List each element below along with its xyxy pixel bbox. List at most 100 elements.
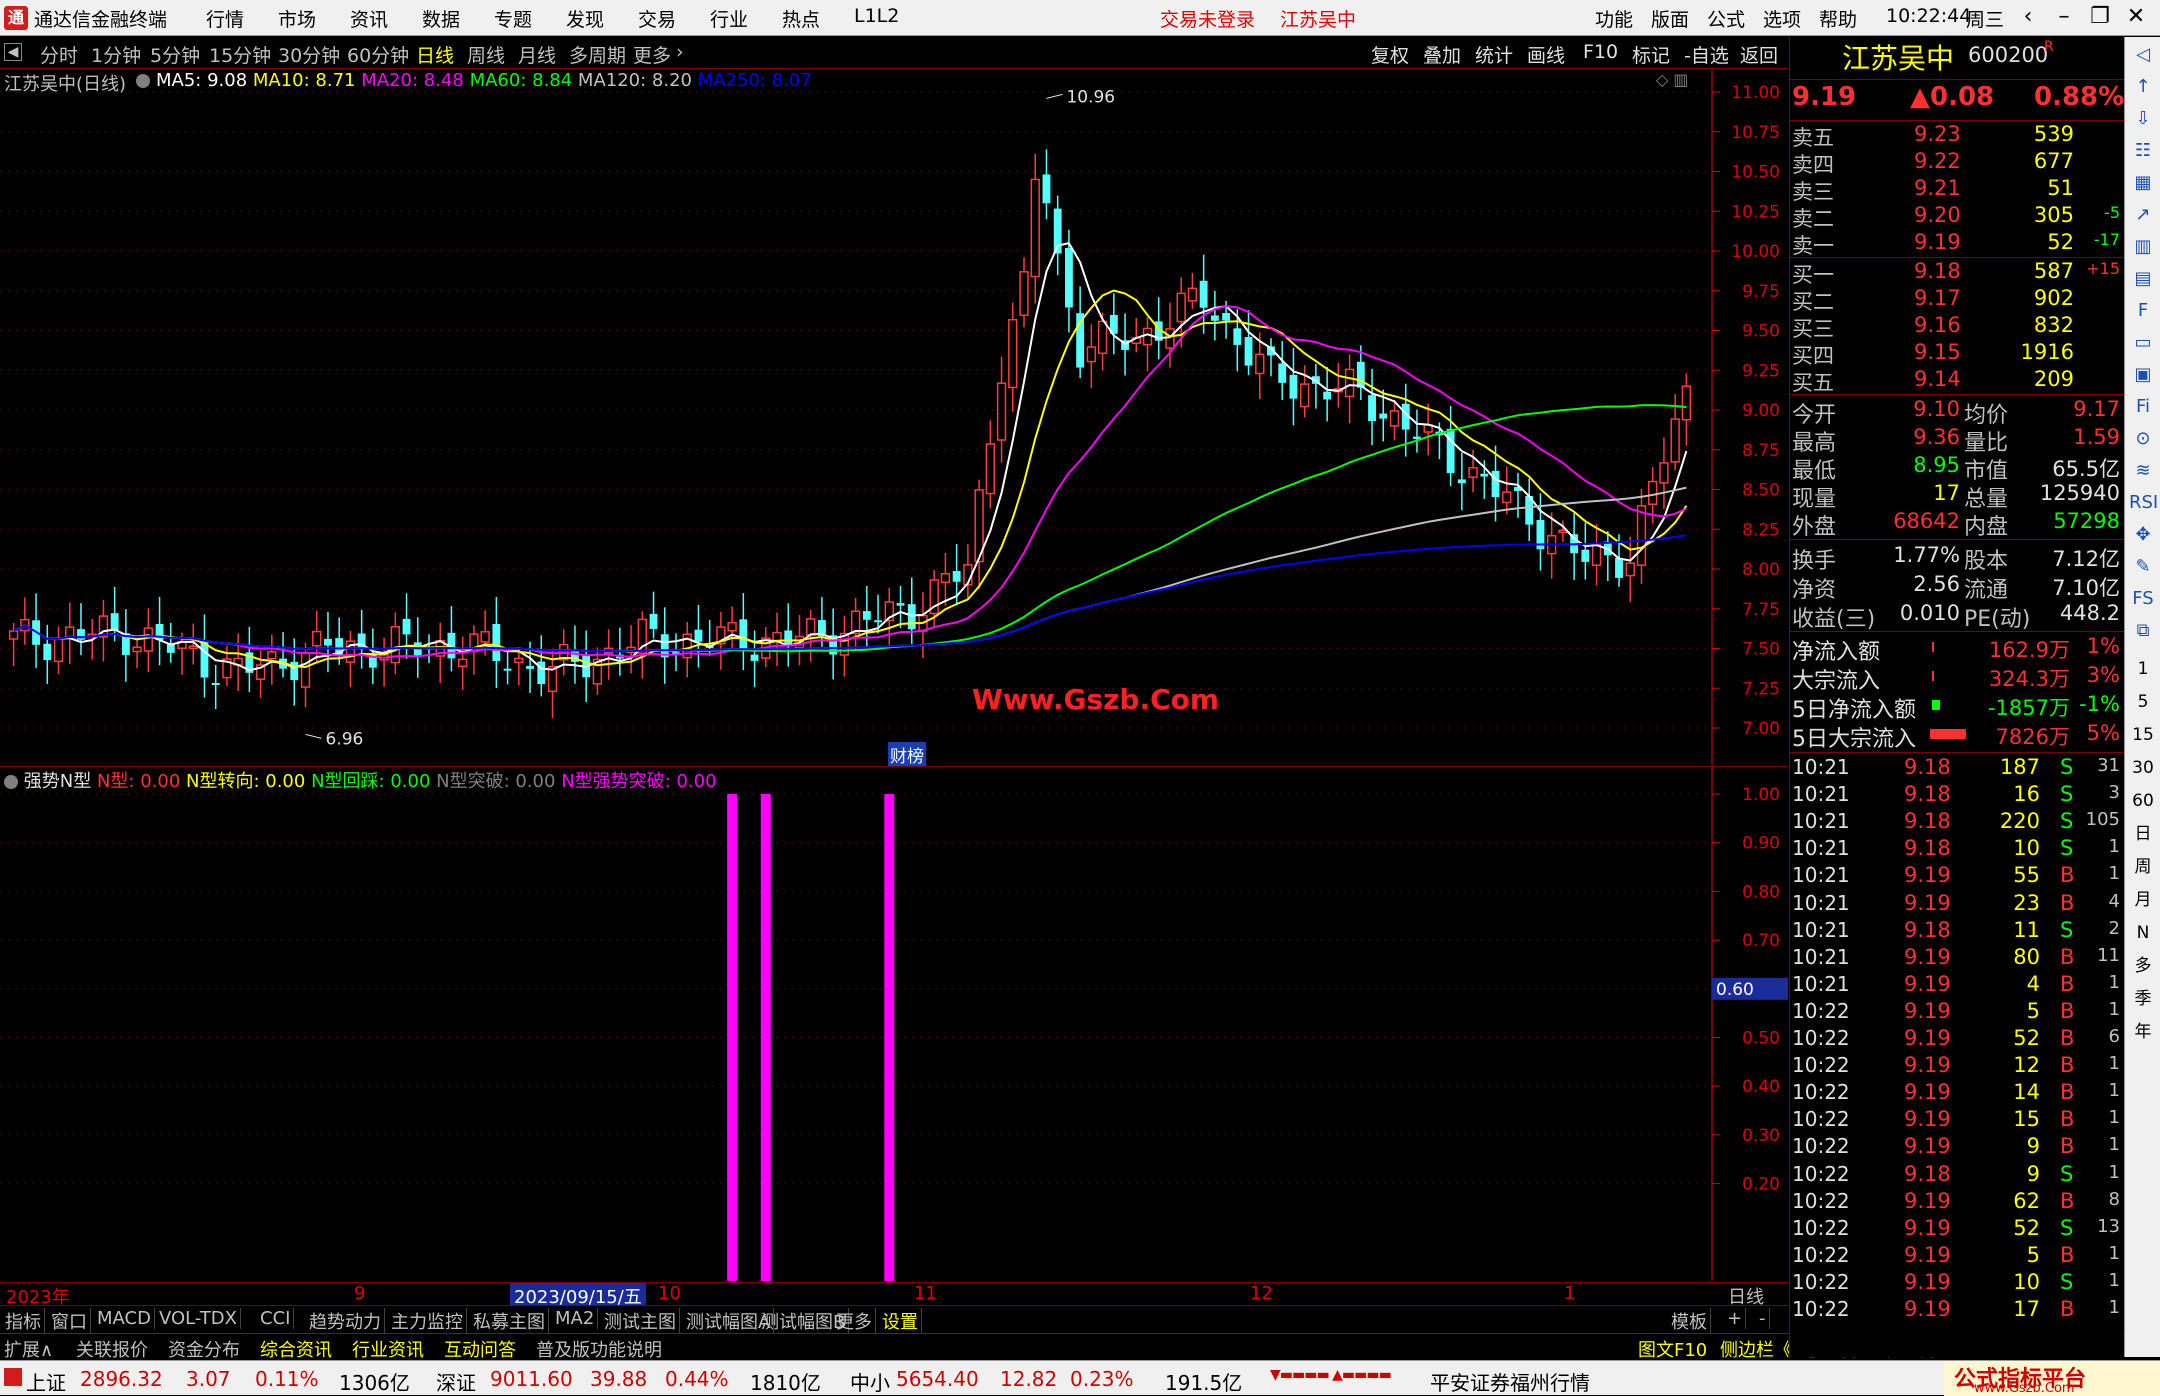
side-tool-icon[interactable]: 60: [2129, 787, 2157, 815]
login-status[interactable]: 交易未登录: [1160, 5, 1255, 32]
side-tool-icon[interactable]: ↑: [2129, 73, 2157, 101]
ext-right-tab[interactable]: 侧边栏《: [1720, 1336, 1792, 1362]
side-tool-icon[interactable]: 周: [2129, 853, 2157, 881]
flow-label[interactable]: 5日净流入额: [1792, 692, 1916, 724]
side-tool-icon[interactable]: Fi: [2129, 393, 2157, 421]
menu-item-help[interactable]: 帮助: [1819, 5, 1857, 32]
kline-chart[interactable]: 11.00 10.75 10.50 10.25 10.00 9.75 9.50 9.25 9.0…: [0, 70, 1788, 765]
period-15min[interactable]: 15分钟: [209, 41, 271, 68]
side-tool-icon[interactable]: 1: [2129, 655, 2157, 683]
menu-item-quotes[interactable]: 行情: [206, 5, 244, 32]
period-more[interactable]: 更多: [633, 41, 671, 68]
chart-settings-icon[interactable]: ◇ ▥: [1656, 70, 1689, 89]
side-tool-icon[interactable]: ▦: [2129, 169, 2157, 197]
tool-f10[interactable]: F10: [1583, 41, 1618, 63]
side-tool-icon[interactable]: 月: [2129, 886, 2157, 914]
side-tool-icon[interactable]: 年: [2129, 1018, 2157, 1046]
menu-item-function[interactable]: 功能: [1595, 5, 1633, 32]
flow-label[interactable]: 净流入额: [1792, 634, 1880, 666]
indicator-tab[interactable]: 指标: [2, 1308, 45, 1334]
period-fenshi[interactable]: 分时: [40, 41, 78, 68]
period-weekly[interactable]: 周线: [467, 41, 505, 68]
menu-item-trade[interactable]: 交易: [638, 5, 676, 32]
ext-tab[interactable]: 普及版功能说明: [536, 1336, 662, 1362]
sh-index-label[interactable]: 上证: [26, 1367, 66, 1396]
side-tool-icon[interactable]: 多: [2129, 952, 2157, 980]
collapse-icon[interactable]: ◀: [4, 43, 22, 61]
stock-name[interactable]: 江苏吴中: [1842, 37, 1954, 77]
side-tool-icon[interactable]: ◁: [2129, 41, 2157, 69]
menu-item-formula[interactable]: 公式: [1707, 5, 1745, 32]
add-window-button[interactable]: +: [1724, 1308, 1747, 1329]
tool-mark[interactable]: 标记: [1632, 41, 1670, 68]
side-tool-icon[interactable]: ≋: [2129, 457, 2157, 485]
side-tool-icon[interactable]: ▤: [2129, 265, 2157, 293]
menu-item-topic[interactable]: 专题: [494, 5, 532, 32]
tool-draw[interactable]: 画线: [1527, 41, 1565, 68]
flow-label[interactable]: 5日大宗流入: [1792, 721, 1916, 753]
ext-tab[interactable]: 综合资讯: [260, 1336, 332, 1362]
period-monthly[interactable]: 月线: [518, 41, 556, 68]
side-tool-icon[interactable]: 日: [2129, 820, 2157, 848]
template-button[interactable]: 模板: [1668, 1308, 1711, 1334]
flow-label[interactable]: 大宗流入: [1792, 663, 1880, 695]
indicator-tab[interactable]: MA2: [552, 1308, 599, 1329]
side-tool-icon[interactable]: 5: [2129, 688, 2157, 716]
indicator-chart[interactable]: 1.000.900.800.700.600.500.400.300.200.60: [0, 766, 1788, 1281]
sz-index-label[interactable]: 深证: [436, 1367, 476, 1396]
menu-item-discover[interactable]: 发现: [566, 5, 604, 32]
remove-window-button[interactable]: -: [1756, 1308, 1770, 1329]
side-tool-icon[interactable]: ▭: [2129, 329, 2157, 357]
indicator-tab[interactable]: 私募主图: [470, 1308, 549, 1334]
side-tool-icon[interactable]: ⊙: [2129, 425, 2157, 453]
menu-item-l1l2[interactable]: L1L2: [854, 5, 899, 27]
indicator-tab[interactable]: 窗口: [48, 1308, 91, 1334]
tool-back[interactable]: 返回: [1740, 41, 1778, 68]
tool-stats[interactable]: 统计: [1475, 41, 1513, 68]
period-daily[interactable]: 日线: [416, 41, 454, 68]
side-tool-icon[interactable]: 季: [2129, 985, 2157, 1013]
indicator-toggle-icon[interactable]: [4, 775, 18, 789]
indicator-tab[interactable]: VOL-TDX: [156, 1308, 241, 1329]
side-tool-icon[interactable]: ✥: [2129, 521, 2157, 549]
menu-item-market[interactable]: 市场: [278, 5, 316, 32]
menu-item-hot[interactable]: 热点: [782, 5, 820, 32]
ext-right-tab[interactable]: 图文F10: [1638, 1336, 1707, 1362]
side-tool-icon[interactable]: 15: [2129, 721, 2157, 749]
side-tool-icon[interactable]: ☷: [2129, 137, 2157, 165]
period-1min[interactable]: 1分钟: [91, 41, 141, 68]
tool-overlay[interactable]: 叠加: [1423, 41, 1461, 68]
side-tool-icon[interactable]: ↗: [2129, 201, 2157, 229]
period-60min[interactable]: 60分钟: [347, 41, 409, 68]
indicator-tab[interactable]: 趋势动力: [306, 1308, 385, 1334]
indicator-tab[interactable]: 更多: [833, 1308, 876, 1334]
side-tool-icon[interactable]: ⇩: [2129, 105, 2157, 133]
status-menu-icon[interactable]: [4, 1368, 22, 1386]
minimize-icon[interactable]: –: [2046, 2, 2082, 32]
ext-tab[interactable]: 行业资讯: [352, 1336, 424, 1362]
back-icon[interactable]: ‹: [2010, 2, 2046, 32]
side-tool-icon[interactable]: ▥: [2129, 233, 2157, 261]
indicator-tab[interactable]: CCI: [257, 1308, 295, 1329]
period-30min[interactable]: 30分钟: [278, 41, 340, 68]
side-tool-icon[interactable]: ✎: [2129, 553, 2157, 581]
side-tool-icon[interactable]: ⧉: [2129, 617, 2157, 645]
menu-item-data[interactable]: 数据: [422, 5, 460, 32]
ext-tab[interactable]: 扩展∧: [4, 1336, 53, 1362]
side-tool-icon[interactable]: F: [2129, 297, 2157, 325]
ext-tab[interactable]: 关联报价: [76, 1336, 148, 1362]
ext-tab[interactable]: 资金分布: [168, 1336, 240, 1362]
indicator-name[interactable]: 强势N型: [24, 771, 91, 792]
menu-item-news[interactable]: 资讯: [350, 5, 388, 32]
ext-tab[interactable]: 互动问答: [444, 1336, 516, 1362]
side-tool-icon[interactable]: RSI: [2129, 489, 2158, 517]
ma-toggle-icon[interactable]: [136, 74, 150, 88]
fin-tag[interactable]: 财榜: [888, 742, 926, 767]
tool-watchlist[interactable]: -自选: [1684, 41, 1729, 68]
period-5min[interactable]: 5分钟: [150, 41, 200, 68]
chevron-right-icon[interactable]: ›: [676, 41, 684, 63]
menu-item-options[interactable]: 选项: [1763, 5, 1801, 32]
indicator-tab[interactable]: 设置: [879, 1308, 922, 1334]
indicator-tab[interactable]: MACD: [94, 1308, 155, 1329]
side-tool-icon[interactable]: 30: [2129, 754, 2157, 782]
